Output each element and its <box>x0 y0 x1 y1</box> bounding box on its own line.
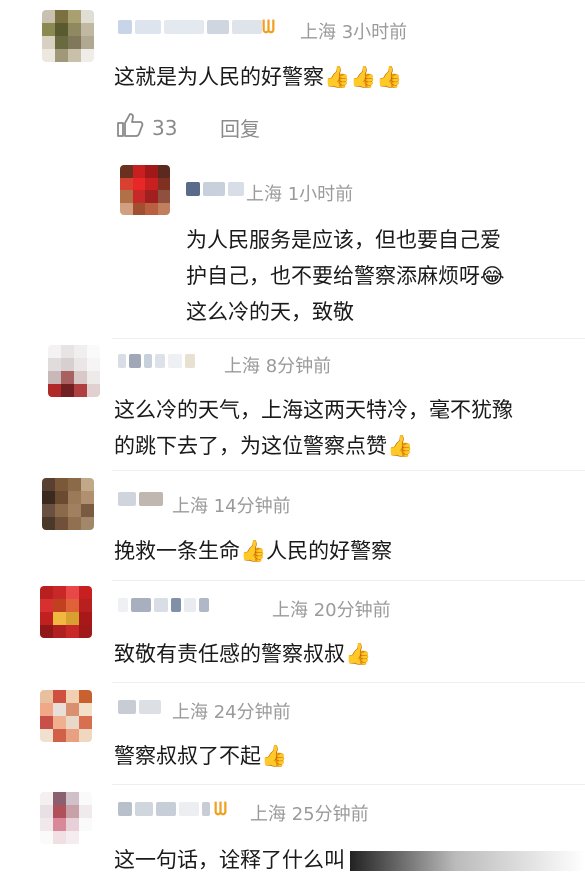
comment-time: 3小时前 <box>341 22 408 43</box>
comment-text: 警察叔叔了不起👍 <box>114 744 288 768</box>
comment-text: 挽救一条生命👍人民的好警察 <box>114 539 393 563</box>
comment-location: 上海 <box>172 496 208 517</box>
comment-location: 上海 <box>272 600 308 621</box>
username-redacted[interactable] <box>118 18 262 36</box>
username-redacted[interactable] <box>118 800 210 818</box>
comment-text: 这么冷的天气，上海这两天特冷，毫不犹豫的跳下去了，为这位警察点赞👍 <box>114 398 513 458</box>
comment-location: 上海 <box>250 804 286 825</box>
comment-location: 上海 <box>300 22 336 43</box>
divider <box>112 784 585 785</box>
comment-location: 上海 <box>172 702 208 723</box>
comment-time: 20分钟前 <box>313 600 391 621</box>
username-redacted[interactable] <box>186 180 244 198</box>
avatar[interactable] <box>42 478 94 530</box>
comment-time: 14分钟前 <box>213 496 291 517</box>
comment-time: 24分钟前 <box>213 702 291 723</box>
divider <box>112 682 585 683</box>
username-redacted[interactable] <box>118 490 163 508</box>
username-redacted[interactable] <box>118 352 195 370</box>
avatar[interactable] <box>48 345 100 397</box>
comment-time: 1小时前 <box>287 184 354 205</box>
avatar[interactable] <box>40 792 92 844</box>
vip-badge-icon: ᗯ <box>214 799 227 820</box>
comment-text: 这一句话，诠释了什么叫 <box>114 848 345 872</box>
reply-button[interactable]: 回复 <box>220 113 260 142</box>
comment-text: 致敬有责任感的警察叔叔👍 <box>114 642 372 666</box>
thumbs-up-outline-icon <box>116 112 144 143</box>
comment-time: 25分钟前 <box>291 804 369 825</box>
comment-location: 上海 <box>246 184 282 205</box>
divider <box>112 470 585 471</box>
username-redacted[interactable] <box>118 698 161 716</box>
divider <box>112 338 585 339</box>
divider <box>112 580 585 581</box>
avatar[interactable] <box>42 10 94 62</box>
avatar[interactable] <box>40 690 92 742</box>
comment-location: 上海 <box>224 356 260 377</box>
text-fade-overlay <box>350 851 585 871</box>
like-button[interactable]: 33 <box>116 112 177 143</box>
avatar[interactable] <box>40 586 92 638</box>
like-count: 33 <box>152 115 178 140</box>
vip-badge-icon: ᗯ <box>262 17 275 38</box>
avatar[interactable] <box>120 165 170 215</box>
username-redacted[interactable] <box>118 596 209 614</box>
reply-text: 为人民服务是应该，但也要自己爱护自己，也不要给警察添麻烦呀😂这么冷的天，致敬 <box>186 228 505 324</box>
comment-time: 8分钟前 <box>265 356 332 377</box>
comment-text: 这就是为人民的好警察👍👍👍 <box>114 65 403 89</box>
